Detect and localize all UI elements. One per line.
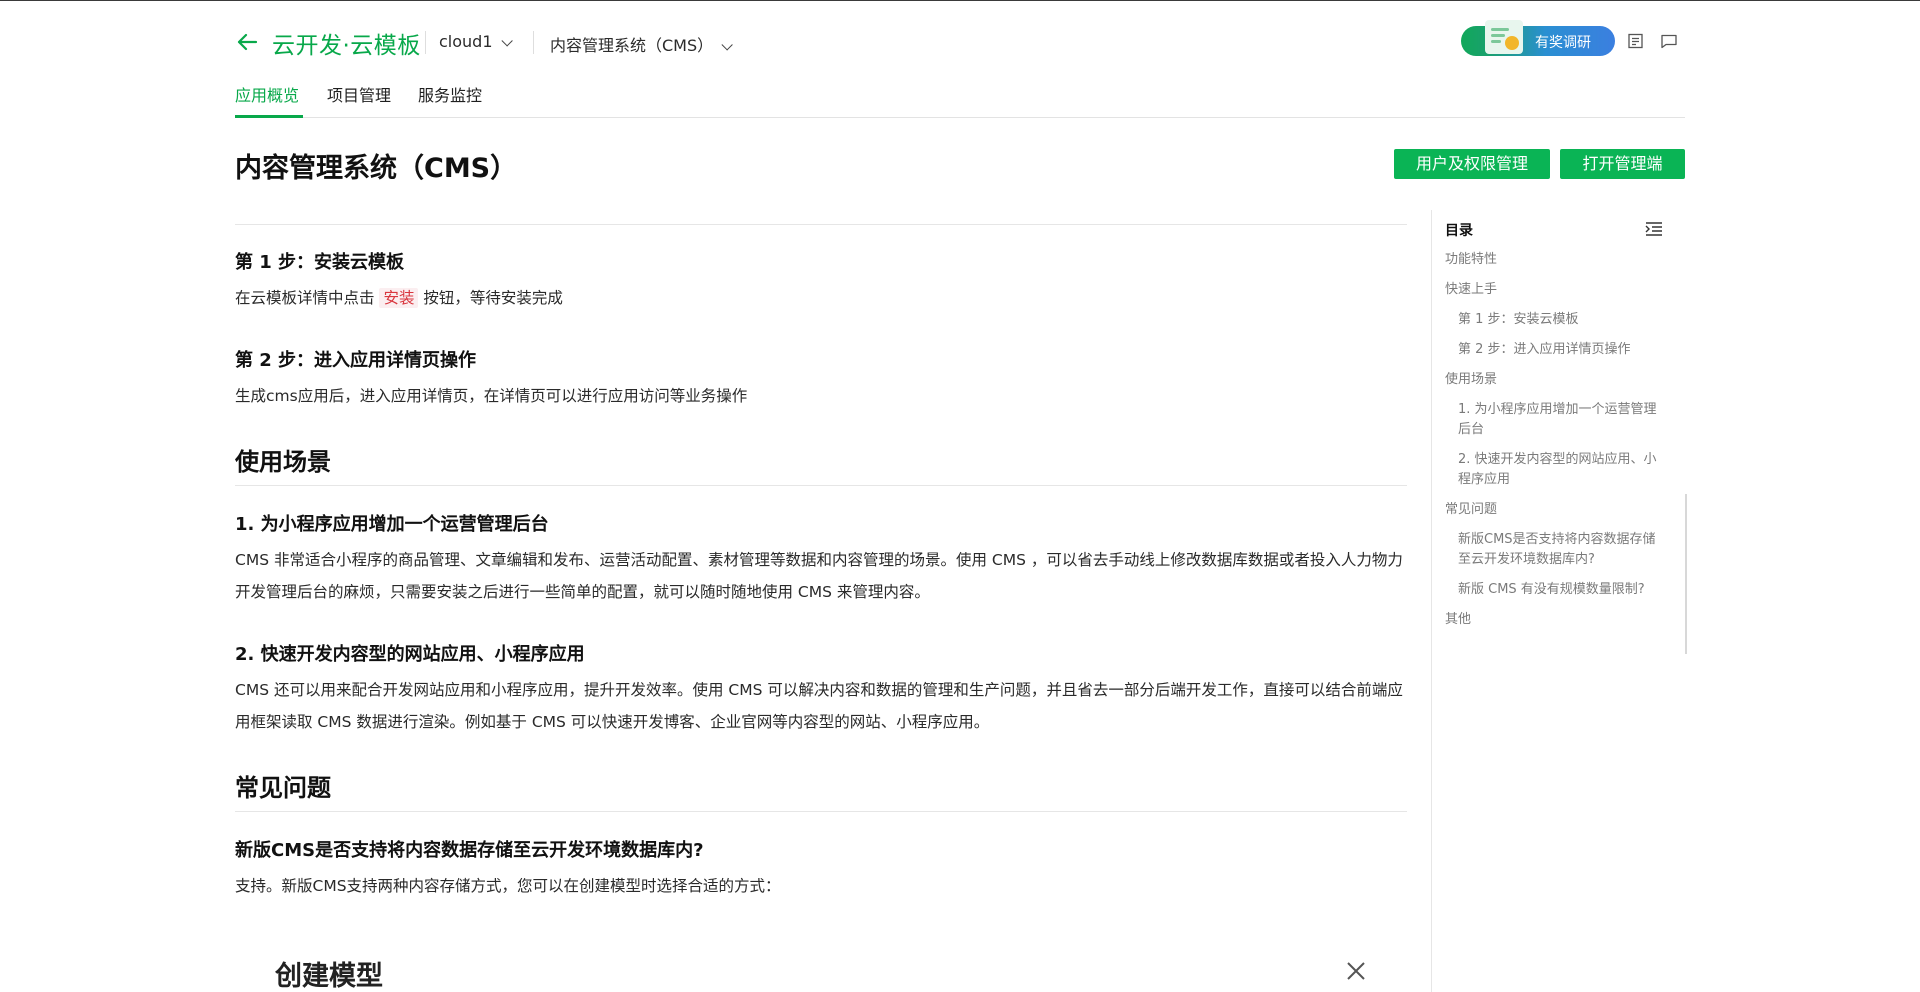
divider <box>235 224 1407 225</box>
env-dropdown-label: cloud1 <box>439 32 493 51</box>
active-tab-indicator <box>235 115 303 118</box>
usage1-heading: 1. 为小程序应用增加一个运营管理后台 <box>235 514 549 535</box>
back-arrow-icon[interactable] <box>235 30 259 54</box>
usage2-text: CMS 还可以用来配合开发网站应用和小程序应用，提升开发效率。使用 CMS 可以… <box>235 681 1403 731</box>
faq-section-heading: 常见问题 <box>235 774 331 802</box>
usage-section-heading: 使用场景 <box>235 448 331 476</box>
toc-title: 目录 <box>1445 223 1473 239</box>
install-code: 安装 <box>379 288 419 308</box>
env-dropdown[interactable]: cloud1 <box>439 32 513 51</box>
app-dropdown[interactable]: 内容管理系统（CMS） <box>550 32 733 56</box>
survey-label: 有奖调研 <box>1535 35 1591 51</box>
toc-item-faq[interactable]: 常见问题 <box>1445 500 1655 520</box>
toc-item-quickstart[interactable]: 快速上手 <box>1445 280 1655 300</box>
toc-item-faq2[interactable]: 新版 CMS 有没有规模数量限制? <box>1458 580 1663 600</box>
page-title: 内容管理系统（CMS） <box>235 153 518 184</box>
toc-item-features[interactable]: 功能特性 <box>1445 250 1655 270</box>
toc-item-usage2[interactable]: 2. 快速开发内容型的网站应用、小程序应用 <box>1458 450 1663 490</box>
step1-text-after: 按钮，等待安装完成 <box>423 289 563 307</box>
faq1-text: 支持。新版CMS支持两种内容存储方式，您可以在创建模型时选择合适的方式： <box>235 877 781 895</box>
toc-item-usage[interactable]: 使用场景 <box>1445 370 1655 390</box>
step1-text: 在云模板详情中点击 安装 按钮，等待安装完成 <box>235 282 1407 314</box>
divider <box>235 811 1407 812</box>
tab-service-monitoring[interactable]: 服务监控 <box>418 82 482 106</box>
step1-heading: 第 1 步：安装云模板 <box>235 252 405 273</box>
document-icon[interactable] <box>1627 33 1645 49</box>
toc-item-other[interactable]: 其他 <box>1445 610 1655 630</box>
toc-item-faq1[interactable]: 新版CMS是否支持将内容数据存储至云开发环境数据库内? <box>1458 530 1663 570</box>
divider <box>235 485 1407 486</box>
toc-item-step2[interactable]: 第 2 步：进入应用详情页操作 <box>1458 340 1663 360</box>
toc-active-indicator <box>1685 494 1687 654</box>
app-dropdown-label: 内容管理系统（CMS） <box>550 36 714 55</box>
message-icon[interactable] <box>1660 33 1678 49</box>
header-divider <box>425 31 426 54</box>
open-admin-button[interactable]: 打开管理端 <box>1560 149 1685 179</box>
chevron-down-icon <box>721 39 733 51</box>
header-divider <box>533 31 534 54</box>
toc-divider <box>1431 210 1432 992</box>
step2-heading: 第 2 步：进入应用详情页操作 <box>235 350 477 371</box>
window-top-border <box>0 0 1920 1</box>
usage1-text: CMS 非常适合小程序的商品管理、文章编辑和发布、运营活动配置、素材管理等数据和… <box>235 551 1403 601</box>
app-title[interactable]: 云开发·云模板 <box>272 26 421 60</box>
chevron-down-icon <box>500 35 513 47</box>
user-permissions-button[interactable]: 用户及权限管理 <box>1394 149 1550 179</box>
survey-button[interactable]: 有奖调研 <box>1461 20 1615 56</box>
faq1-heading: 新版CMS是否支持将内容数据存储至云开发环境数据库内? <box>235 840 704 861</box>
step1-text-before: 在云模板详情中点击 <box>235 289 375 307</box>
toc-item-step1[interactable]: 第 1 步：安装云模板 <box>1458 310 1663 330</box>
create-model-card-title: 创建模型 <box>275 961 383 992</box>
tabs-divider <box>235 117 1685 118</box>
survey-illustration-icon <box>1485 20 1523 54</box>
close-icon[interactable] <box>1345 960 1367 982</box>
usage2-heading: 2. 快速开发内容型的网站应用、小程序应用 <box>235 644 585 665</box>
collapse-toc-icon[interactable] <box>1645 221 1663 237</box>
tab-project-management[interactable]: 项目管理 <box>327 82 391 106</box>
toc-item-usage1[interactable]: 1. 为小程序应用增加一个运营管理后台 <box>1458 400 1663 440</box>
step2-text: 生成cms应用后，进入应用详情页，在详情页可以进行应用访问等业务操作 <box>235 387 748 405</box>
tab-app-overview[interactable]: 应用概览 <box>235 82 299 106</box>
doc-content: 第 1 步：安装云模板 在云模板详情中点击 安装 按钮，等待安装完成 第 2 步… <box>235 196 1407 992</box>
